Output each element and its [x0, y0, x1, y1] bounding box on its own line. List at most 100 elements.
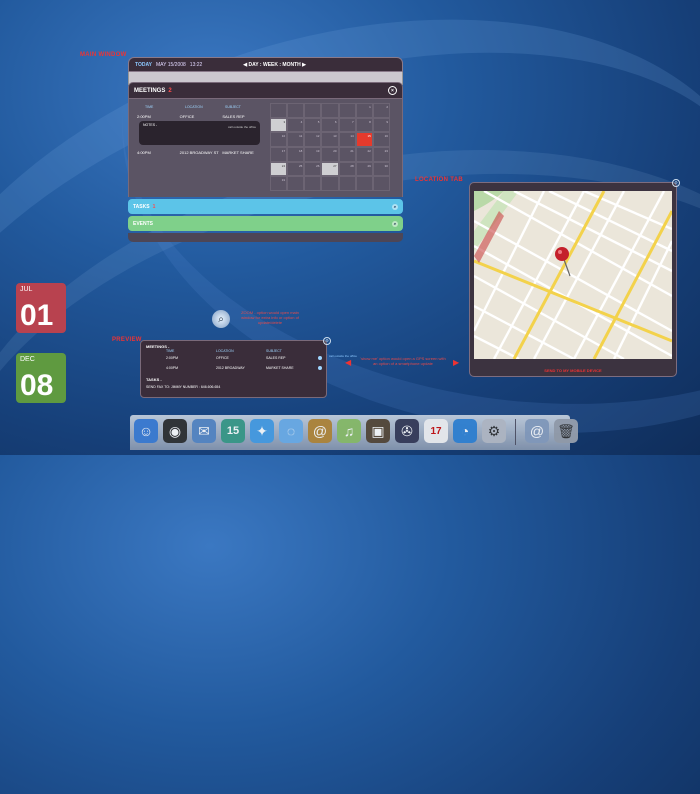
info-dot-icon[interactable] [318, 356, 322, 360]
today-label[interactable]: TODAY [135, 62, 152, 68]
preview-row[interactable]: 4:00PM 2012 BROADWAY MARKET SHARE [166, 366, 316, 370]
calendar-day[interactable] [270, 103, 288, 118]
calendar-day[interactable]: 6 [321, 117, 339, 133]
date-tile[interactable]: DEC 08 [16, 353, 66, 403]
calendar-day[interactable]: 11 [287, 132, 305, 147]
finder-icon[interactable]: ☺ [134, 419, 158, 443]
meeting-row[interactable]: 4:00PM 2012 BROADWAY ST MARKET SHARE [137, 150, 265, 155]
calendar-day[interactable] [338, 176, 356, 191]
calendar-day[interactable]: 31 [270, 176, 288, 191]
calendar-day[interactable] [304, 176, 322, 191]
iphoto-icon[interactable]: ▣ [366, 419, 390, 443]
calendar-day[interactable] [355, 176, 373, 191]
location-window: ⚙ SEND TO MY MOBILE DEVICE [469, 179, 680, 377]
close-icon[interactable]: × [388, 86, 397, 95]
calendar-widget-icon[interactable]: 15 [221, 419, 245, 443]
calendar-day[interactable]: 26 [304, 161, 322, 177]
main-topbar: TODAY MAY 15/2008 13:22 ◀ DAY : WEEK : M… [128, 57, 403, 72]
meeting-row[interactable]: 2:00PM OFFICE SALES REP [137, 114, 265, 119]
street-map[interactable] [474, 191, 672, 359]
preview-location: OFFICE [216, 356, 229, 360]
search-icon[interactable]: ⌕ [392, 220, 398, 227]
preview-task[interactable]: SEND FAX TO: JIMMY NUMBER : 646.606.654 [146, 385, 220, 389]
preview-tasks-label: TASKS - [146, 377, 162, 382]
safari-icon[interactable]: ✦ [250, 419, 274, 443]
time-machine-icon[interactable]: ◔ [453, 419, 477, 443]
calendar-day[interactable]: 21 [338, 147, 356, 162]
preview-column-subject: SUBJECT [266, 349, 282, 353]
calendar-day[interactable]: 18 [287, 147, 305, 162]
itunes-icon[interactable]: ♫ [337, 419, 361, 443]
info-dot-icon[interactable] [318, 366, 322, 370]
calendar-day[interactable]: 9 [372, 117, 390, 133]
imovie-icon[interactable]: ✇ [395, 419, 419, 443]
calendar-day[interactable] [287, 176, 305, 191]
trash-icon[interactable]: 🗑 [554, 419, 578, 443]
ichat-icon[interactable]: ◌ [279, 419, 303, 443]
column-location: LOCATION [185, 105, 203, 109]
calendar-day[interactable]: 27 [321, 161, 339, 177]
calendar-day[interactable]: 14 [338, 132, 356, 147]
main-window: TODAY MAY 15/2008 13:22 ◀ DAY : WEEK : M… [128, 57, 403, 242]
dashboard-icon[interactable]: ◉ [163, 419, 187, 443]
calendar-day[interactable]: 30 [372, 161, 390, 177]
at-icon[interactable]: @ [525, 419, 549, 443]
calendar-day[interactable]: 28 [338, 161, 356, 177]
calendar-day[interactable]: 3 [270, 117, 288, 133]
calendar-day[interactable]: 2 [372, 103, 390, 118]
calendar-day[interactable]: 1 [355, 103, 373, 118]
view-switcher[interactable]: ◀ DAY : WEEK : MONTH ▶ [243, 62, 306, 68]
main-window-annotation: MAIN WINDOW [80, 52, 127, 58]
calendar-day[interactable]: 16 [372, 132, 390, 147]
calendar-day[interactable]: 12 [304, 132, 322, 147]
meeting-notes[interactable]: NOTES - call outside the office [139, 121, 260, 145]
tasks-bar[interactable]: TASKS 1 ⌕ [128, 199, 403, 214]
location-tab-annotation: LOCATION TAB [415, 177, 464, 183]
zoom-magnifier-icon[interactable]: ⌕ [212, 310, 230, 328]
column-subject: SUBJECT [225, 105, 241, 109]
calendar-day[interactable]: 15 [355, 132, 373, 147]
settings-icon[interactable]: ⚙ [672, 179, 680, 187]
meetings-count: 2 [168, 87, 172, 94]
tasks-count: 1 [152, 203, 156, 210]
calendar-day[interactable] [338, 103, 356, 118]
calendar-day[interactable] [287, 103, 305, 118]
calendar-day[interactable]: 25 [287, 161, 305, 177]
preferences-icon[interactable]: ⚙ [482, 419, 506, 443]
preview-panel: ⚙ MEETINGS - TIME LOCATION SUBJECT 2:00P… [140, 337, 331, 398]
calendar-day[interactable] [321, 103, 339, 118]
calendar-day[interactable]: 20 [321, 147, 339, 162]
settings-icon[interactable]: ⚙ [323, 337, 331, 345]
current-time: 13:22 [189, 61, 203, 68]
search-icon[interactable]: ⌕ [392, 203, 398, 210]
preview-annotation: PREVIEW [112, 337, 142, 343]
address-book-icon[interactable]: @ [308, 419, 332, 443]
ical-icon[interactable]: 17 [424, 419, 448, 443]
calendar-day[interactable]: 5 [304, 117, 322, 133]
calendar-day[interactable]: 29 [355, 161, 373, 177]
calendar-day[interactable]: 7 [338, 117, 356, 133]
send-to-mobile-button[interactable]: SEND TO MY MOBILE DEVICE [470, 368, 676, 373]
events-bar[interactable]: EVENTS ⌕ [128, 216, 403, 231]
preview-row[interactable]: 2:00PM OFFICE SALES REP [166, 356, 316, 360]
date-tile[interactable]: JUL 01 [16, 283, 66, 333]
calendar-day[interactable]: 19 [304, 147, 322, 162]
mail-icon[interactable]: ✉ [192, 419, 216, 443]
calendar-day[interactable]: 4 [287, 117, 305, 133]
calendar-day[interactable]: 24 [270, 161, 288, 177]
meeting-time: 4:00PM [137, 150, 151, 155]
dock: ☺ ◉ ✉ 15 ✦ ◌ @ ♫ ▣ ✇ 17 ◔ ⚙ @ 🗑 [130, 415, 578, 450]
preview-subject: SALES REP [266, 356, 286, 360]
calendar-day[interactable] [321, 176, 339, 191]
calendar-day[interactable]: 13 [321, 132, 339, 147]
calendar-day[interactable]: 10 [270, 132, 288, 147]
call-callout: call outside the office [329, 354, 357, 358]
calendar-day[interactable]: 23 [372, 147, 390, 162]
preview-columns: TIME LOCATION SUBJECT [166, 349, 316, 353]
calendar-day[interactable]: 8 [355, 117, 373, 133]
calendar-day[interactable]: 22 [355, 147, 373, 162]
calendar-day[interactable] [372, 176, 390, 191]
calendar-day[interactable]: 17 [270, 147, 288, 162]
dock-divider [515, 419, 516, 445]
calendar-day[interactable] [304, 103, 322, 118]
